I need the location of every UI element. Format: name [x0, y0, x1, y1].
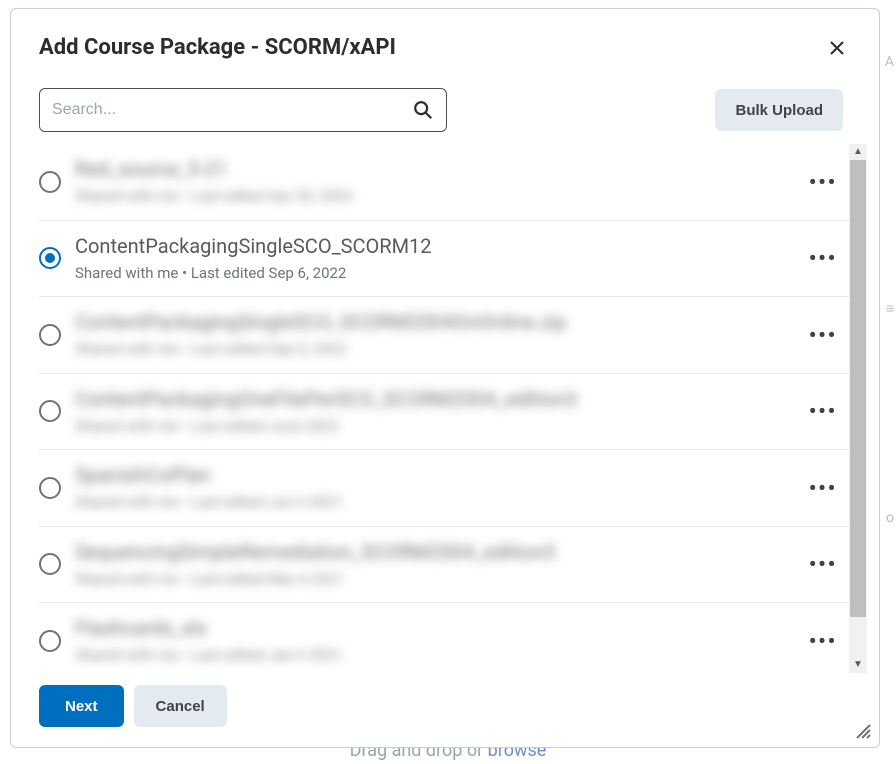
radio-button[interactable] [39, 247, 61, 269]
list-item-subtitle: Shared with me • Last edited Sep 6, 2022 [75, 262, 791, 285]
more-actions-button[interactable]: ••• [805, 470, 841, 506]
list-item-title: ContentPackagingSingleSCO_SCORM12 [75, 233, 791, 260]
search-input[interactable] [52, 101, 412, 119]
close-button[interactable] [825, 36, 849, 60]
more-actions-button[interactable]: ••• [805, 164, 841, 200]
bulk-upload-button[interactable]: Bulk Upload [715, 89, 843, 131]
more-actions-button[interactable]: ••• [805, 546, 841, 582]
radio-button[interactable] [39, 553, 61, 575]
list-item-subtitle: Shared with me • Last edited Jan 6 2021 [75, 644, 791, 667]
add-course-package-modal: Add Course Package - SCORM/xAPI Bulk Upl… [10, 8, 880, 748]
list-item-title: SequencingSimpleRemediation_SCORM2004_ed… [75, 539, 791, 566]
scroll-up-arrow-icon[interactable]: ▲ [849, 144, 867, 160]
list-item-subtitle: Shared with me • Last edited Jun 6 2021 [75, 491, 791, 514]
more-actions-button[interactable]: ••• [805, 393, 841, 429]
list-item-content: Flashcards_xlsShared with me • Last edit… [75, 615, 791, 667]
search-field-wrapper[interactable] [39, 88, 447, 132]
search-icon [412, 99, 434, 121]
list-item-content: ContentPackagingSingleSCO_SCORM12Shared … [75, 233, 791, 285]
list-item-content: ContentPackagingSingleSCO_SCORM2004OnOnl… [75, 309, 791, 361]
radio-button[interactable] [39, 400, 61, 422]
list-item-subtitle: Shared with me • Last edited June 2022 [75, 415, 791, 438]
radio-button[interactable] [39, 477, 61, 499]
more-actions-button[interactable]: ••• [805, 317, 841, 353]
cancel-button[interactable]: Cancel [134, 685, 227, 727]
list-item-content: ContentPackagingOneFilePerSCO_SCORM2004_… [75, 386, 791, 438]
package-list: Red_source_5-21Shared with me • Last edi… [39, 144, 849, 673]
list-item-title: ContentPackagingOneFilePerSCO_SCORM2004_… [75, 386, 791, 413]
list-item[interactable]: ContentPackagingOneFilePerSCO_SCORM2004_… [39, 374, 849, 451]
list-scrollbar[interactable]: ▲ ▼ [849, 144, 867, 673]
list-item-content: SequencingSimpleRemediation_SCORM2004_ed… [75, 539, 791, 591]
resize-handle[interactable] [853, 721, 871, 739]
radio-button[interactable] [39, 324, 61, 346]
close-icon [829, 40, 845, 56]
modal-title: Add Course Package - SCORM/xAPI [39, 35, 396, 60]
list-item[interactable]: Flashcards_xlsShared with me • Last edit… [39, 603, 849, 673]
scroll-down-arrow-icon[interactable]: ▼ [849, 657, 867, 673]
list-item-content: SpanishCoPlanShared with me • Last edite… [75, 462, 791, 514]
list-item[interactable]: SpanishCoPlanShared with me • Last edite… [39, 450, 849, 527]
scroll-thumb[interactable] [850, 160, 866, 617]
list-item-title: Red_source_5-21 [75, 156, 791, 183]
list-item-subtitle: Shared with me • Last edited Sep 5, 2022 [75, 338, 791, 361]
list-item[interactable]: SequencingSimpleRemediation_SCORM2004_ed… [39, 527, 849, 604]
list-item-subtitle: Shared with me • Last edited Mar 6 2021 [75, 568, 791, 591]
list-item[interactable]: ContentPackagingSingleSCO_SCORM12Shared … [39, 221, 849, 298]
list-item-title: Flashcards_xls [75, 615, 791, 642]
next-button[interactable]: Next [39, 685, 124, 727]
more-actions-button[interactable]: ••• [805, 623, 841, 659]
list-item[interactable]: ContentPackagingSingleSCO_SCORM2004OnOnl… [39, 297, 849, 374]
list-item-title: SpanishCoPlan [75, 462, 791, 489]
list-item[interactable]: Red_source_5-21Shared with me • Last edi… [39, 144, 849, 221]
resize-grip-icon [853, 721, 871, 739]
radio-button[interactable] [39, 630, 61, 652]
radio-button[interactable] [39, 171, 61, 193]
list-item-content: Red_source_5-21Shared with me • Last edi… [75, 156, 791, 208]
list-item-subtitle: Shared with me • Last edited Apr 30, 202… [75, 185, 791, 208]
scroll-track[interactable] [849, 160, 867, 657]
list-item-title: ContentPackagingSingleSCO_SCORM2004OnOnl… [75, 309, 791, 336]
more-actions-button[interactable]: ••• [805, 240, 841, 276]
